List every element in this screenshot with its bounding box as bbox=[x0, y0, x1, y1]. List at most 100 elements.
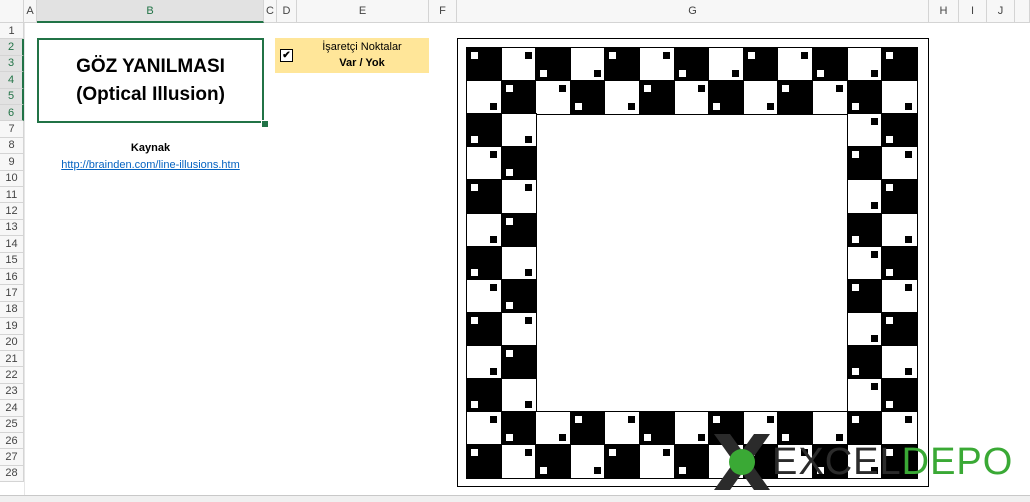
illusion-tile bbox=[639, 411, 676, 447]
row-header-27[interactable]: 27 bbox=[0, 449, 24, 466]
row-header-22[interactable]: 22 bbox=[0, 367, 24, 384]
illusion-tile bbox=[639, 80, 676, 116]
illusion-tile bbox=[604, 411, 641, 447]
illusion-tile bbox=[569, 80, 607, 116]
illusion-tile bbox=[535, 444, 572, 480]
column-header-c[interactable]: C bbox=[264, 0, 277, 23]
column-header-e[interactable]: E bbox=[297, 0, 429, 23]
marker-dot bbox=[505, 349, 513, 357]
illusion-tile bbox=[673, 411, 711, 447]
marker-dot bbox=[732, 70, 740, 77]
marker-toggle-box[interactable]: ✔ İşaretçi Noktalar Var / Yok bbox=[275, 38, 429, 73]
column-header-h[interactable]: H bbox=[929, 0, 959, 23]
marker-dot bbox=[593, 467, 601, 475]
illusion-tile bbox=[466, 113, 503, 149]
row-header-12[interactable]: 12 bbox=[0, 203, 24, 220]
marker-dot bbox=[663, 449, 670, 457]
row-header-23[interactable]: 23 bbox=[0, 383, 24, 401]
illusion-tile bbox=[881, 377, 918, 414]
marker-dot bbox=[782, 85, 790, 93]
row-header-3[interactable]: 3 bbox=[0, 55, 24, 73]
illusion-tile bbox=[673, 46, 711, 83]
illusion-tile bbox=[500, 444, 538, 480]
row-header-6[interactable]: 6 bbox=[0, 105, 24, 122]
illusion-tile bbox=[881, 278, 918, 314]
marker-dot bbox=[851, 151, 859, 159]
row-header-2[interactable]: 2 bbox=[0, 39, 24, 56]
marker-dot bbox=[870, 250, 878, 258]
marker-dot bbox=[471, 52, 478, 59]
illusion-tile bbox=[500, 146, 538, 182]
marker-checkbox[interactable]: ✔ bbox=[280, 49, 293, 62]
marker-dot bbox=[490, 103, 497, 111]
row-header-18[interactable]: 18 bbox=[0, 301, 24, 319]
marker-dot bbox=[886, 136, 894, 144]
illusion-tile bbox=[639, 46, 676, 83]
illusion-tile bbox=[777, 46, 814, 83]
column-header-j[interactable]: J bbox=[987, 0, 1015, 23]
marker-dot bbox=[559, 434, 567, 442]
row-header-10[interactable]: 10 bbox=[0, 170, 24, 187]
illusion-tile bbox=[742, 80, 780, 116]
row-header-8[interactable]: 8 bbox=[0, 137, 24, 155]
row-header-14[interactable]: 14 bbox=[0, 236, 24, 253]
row-header-13[interactable]: 13 bbox=[0, 219, 24, 237]
column-header-a[interactable]: A bbox=[24, 0, 37, 23]
marker-dot bbox=[886, 401, 894, 408]
illusion-tile bbox=[535, 46, 572, 83]
column-header-i[interactable]: I bbox=[959, 0, 987, 23]
row-header-20[interactable]: 20 bbox=[0, 334, 24, 351]
marker-dot bbox=[905, 416, 913, 424]
illusion-tile bbox=[881, 179, 918, 215]
row-header-5[interactable]: 5 bbox=[0, 88, 24, 105]
row-header-4[interactable]: 4 bbox=[0, 72, 24, 89]
marker-dot bbox=[870, 118, 878, 126]
fill-handle[interactable] bbox=[261, 120, 269, 128]
row-header-25[interactable]: 25 bbox=[0, 416, 24, 433]
row-header-26[interactable]: 26 bbox=[0, 433, 24, 450]
illusion-tile bbox=[466, 80, 503, 116]
row-header-1[interactable]: 1 bbox=[0, 23, 24, 40]
illusion-tile bbox=[742, 46, 780, 83]
source-link[interactable]: http://brainden.com/line-illusions.htm bbox=[37, 159, 264, 171]
row-header-17[interactable]: 17 bbox=[0, 285, 24, 302]
title-cell[interactable]: GÖZ YANILMASI (Optical Illusion) bbox=[37, 38, 264, 123]
row-header-24[interactable]: 24 bbox=[0, 400, 24, 417]
row-header-7[interactable]: 7 bbox=[0, 121, 24, 138]
marker-dot bbox=[505, 169, 513, 177]
title-line-1: GÖZ YANILMASI bbox=[76, 55, 225, 77]
marker-dot bbox=[574, 416, 582, 424]
illusion-tile bbox=[846, 212, 884, 248]
column-header-b[interactable]: B bbox=[37, 0, 264, 23]
column-header-g[interactable]: G bbox=[457, 0, 929, 23]
select-all-corner[interactable] bbox=[0, 0, 24, 23]
title-line-2: (Optical Illusion) bbox=[76, 83, 225, 105]
marker-dot bbox=[801, 52, 809, 59]
marker-dot bbox=[609, 449, 617, 457]
marker-dot bbox=[628, 416, 636, 424]
illusion-tile bbox=[812, 46, 849, 83]
column-header-f[interactable]: F bbox=[429, 0, 457, 23]
illusion-tile bbox=[881, 146, 918, 182]
illusion-tile bbox=[500, 311, 538, 347]
marker-dot bbox=[524, 401, 532, 408]
row-header-28[interactable]: 28 bbox=[0, 465, 24, 483]
illusion-tile bbox=[846, 179, 884, 215]
row-header-9[interactable]: 9 bbox=[0, 154, 24, 171]
row-header-16[interactable]: 16 bbox=[0, 269, 24, 286]
marker-dot bbox=[490, 151, 497, 159]
illusion-tile bbox=[881, 344, 918, 380]
row-header-15[interactable]: 15 bbox=[0, 252, 24, 269]
marker-dot bbox=[471, 184, 478, 192]
marker-dot bbox=[663, 52, 670, 59]
illusion-tile bbox=[846, 46, 884, 83]
illusion-tile bbox=[777, 80, 814, 116]
column-header-d[interactable]: D bbox=[277, 0, 297, 23]
column-header-k[interactable] bbox=[1015, 0, 1030, 23]
row-header-11[interactable]: 11 bbox=[0, 187, 24, 204]
marker-dot bbox=[905, 367, 913, 375]
illusion-tile bbox=[500, 46, 538, 83]
row-header-21[interactable]: 21 bbox=[0, 351, 24, 368]
illusion-tile bbox=[846, 278, 884, 314]
row-header-19[interactable]: 19 bbox=[0, 318, 24, 335]
